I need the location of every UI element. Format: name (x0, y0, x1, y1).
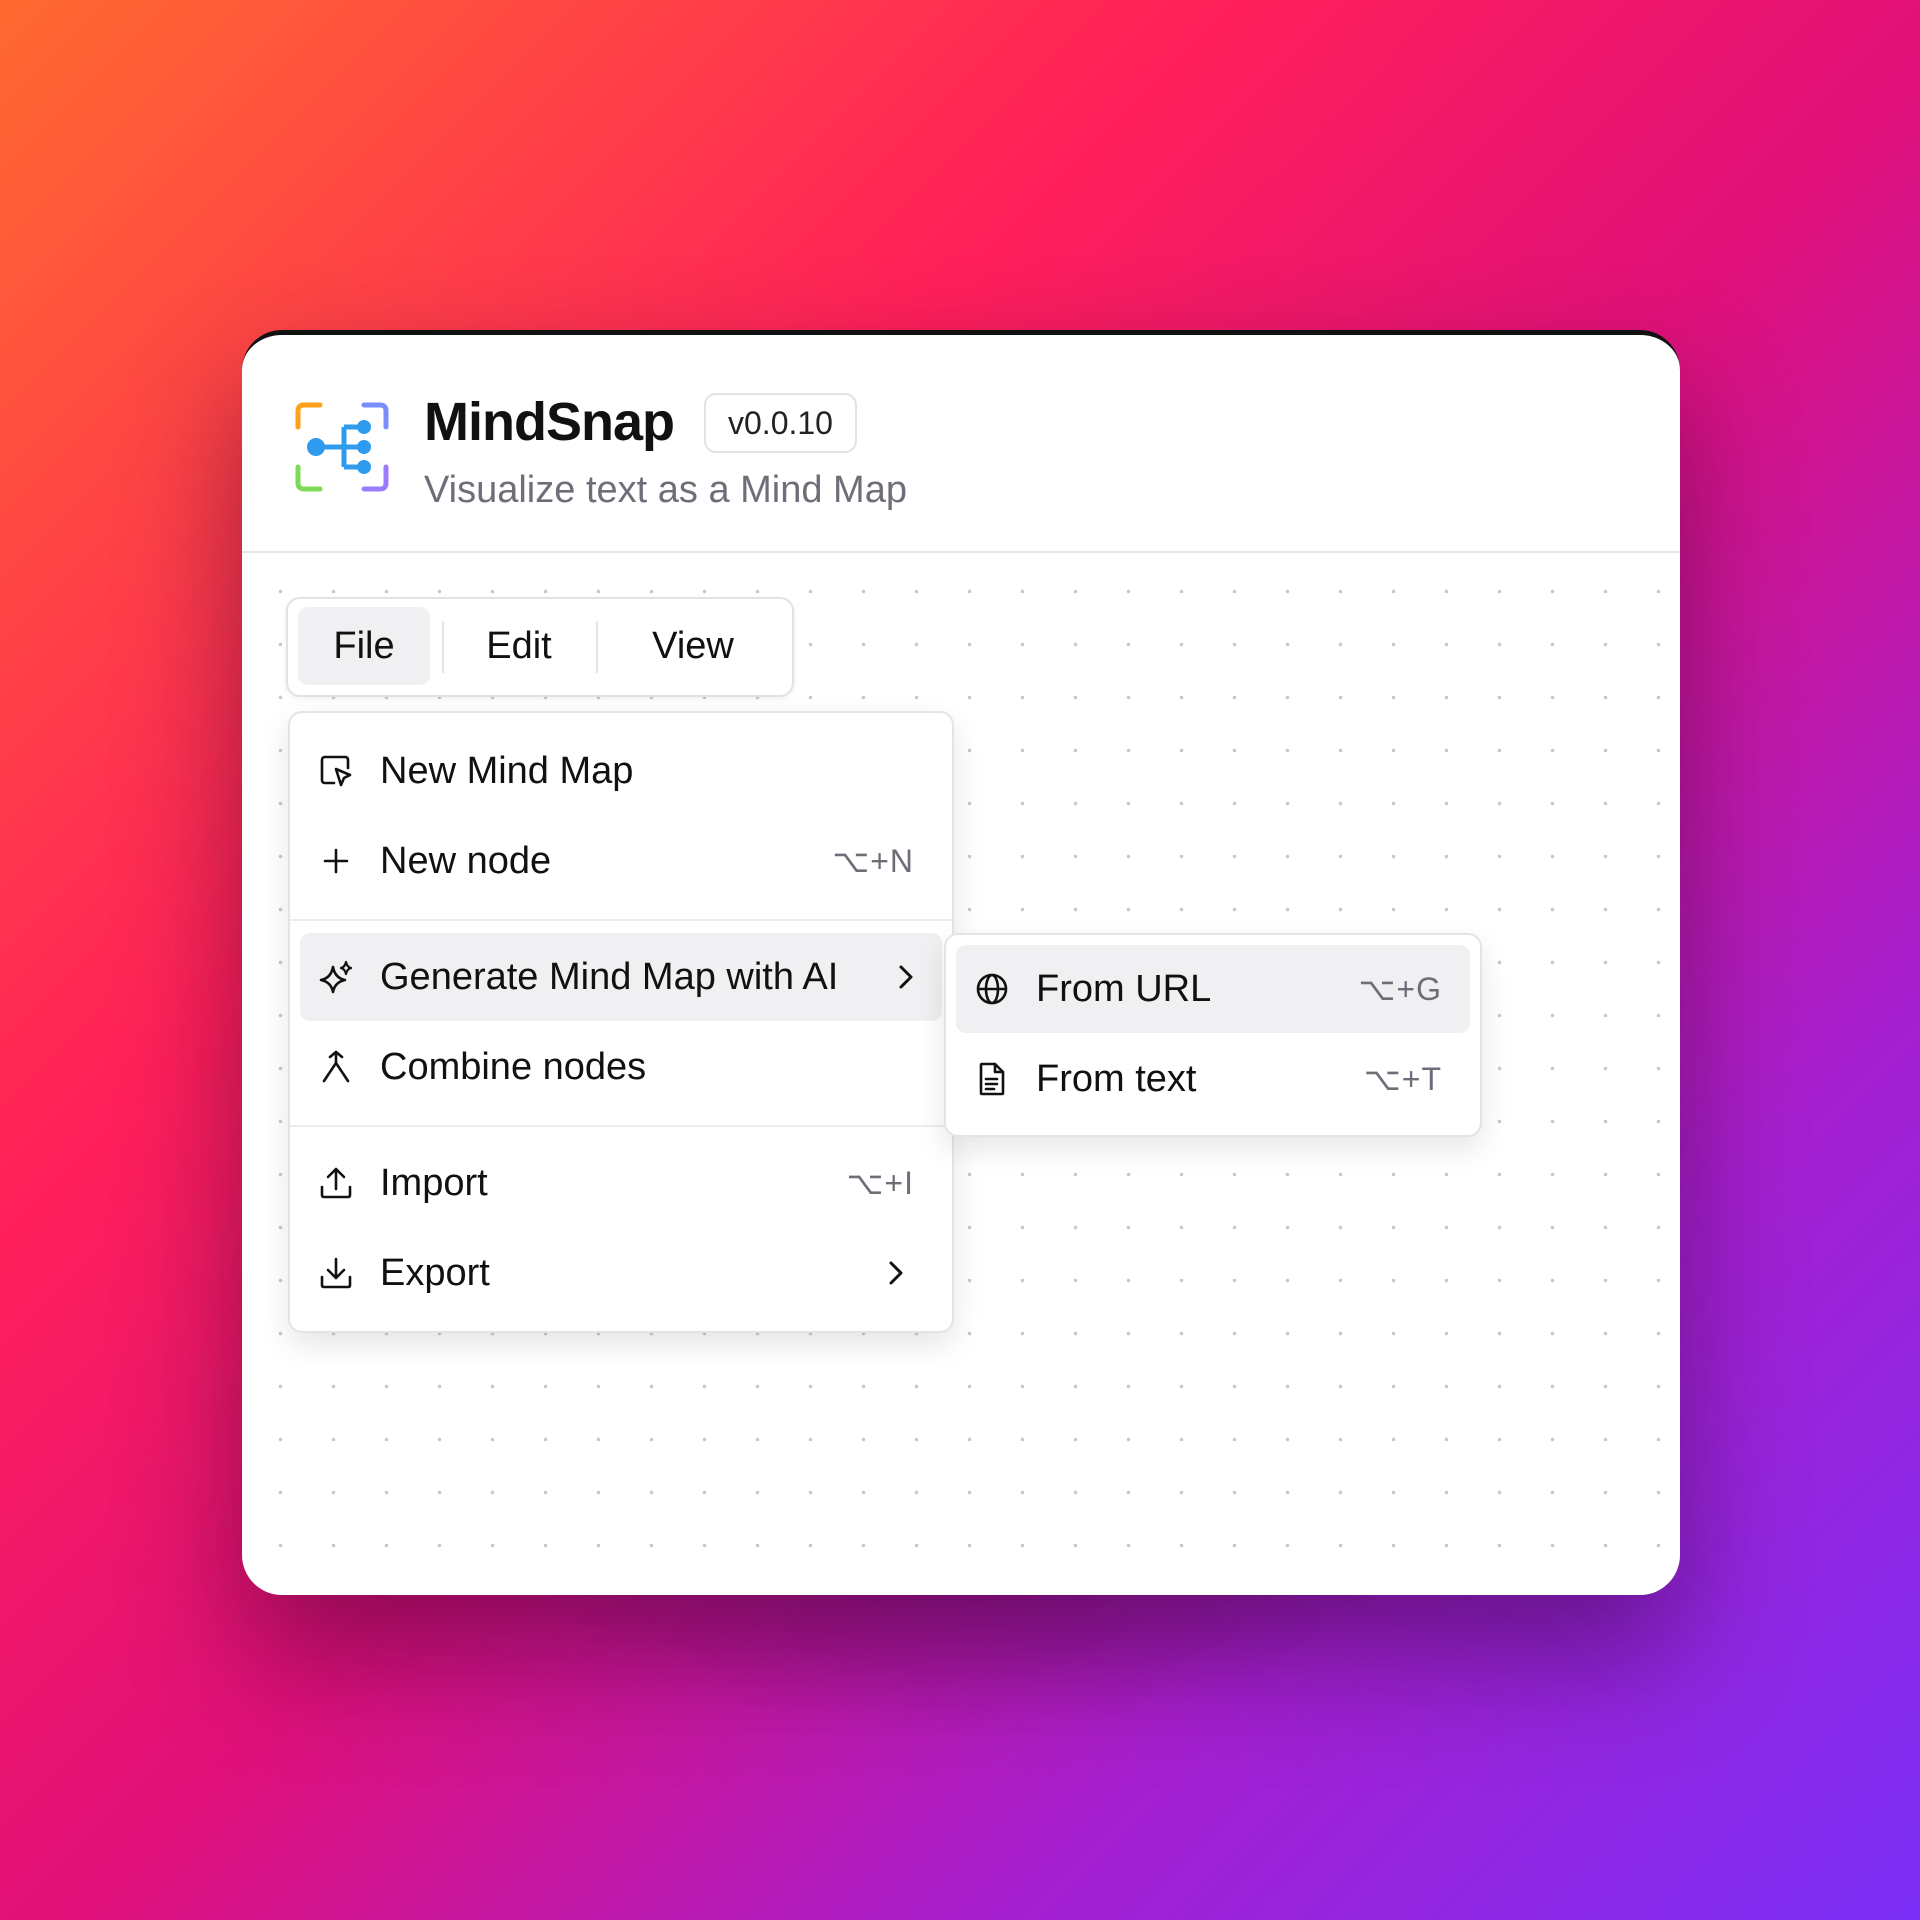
tab-edit[interactable]: Edit (452, 607, 586, 685)
app-window: MindSnap v0.0.10 Visualize text as a Min… (242, 330, 1680, 1595)
menu-item-export[interactable]: Export (300, 1229, 942, 1317)
menu-divider (290, 919, 952, 921)
sparkles-icon (318, 959, 354, 995)
tab-file[interactable]: File (298, 607, 430, 685)
menu-item-from-text[interactable]: From text ⌥+T (956, 1035, 1470, 1123)
menu-divider (290, 1125, 952, 1127)
generate-ai-submenu: From URL ⌥+G From text ⌥+T (944, 933, 1482, 1137)
globe-icon (974, 971, 1010, 1007)
document-icon (974, 1061, 1010, 1097)
menu-item-from-url[interactable]: From URL ⌥+G (956, 945, 1470, 1033)
shortcut-label: ⌥+T (1363, 1061, 1442, 1097)
menu-item-new-mind-map[interactable]: New Mind Map (300, 727, 942, 815)
menu-item-label: From URL (1036, 968, 1212, 1010)
shortcut-label: ⌥+G (1358, 971, 1442, 1007)
version-badge: v0.0.10 (704, 393, 857, 453)
menu-item-label: Generate Mind Map with AI (380, 956, 839, 998)
file-menu: New Mind Map New node ⌥+N Generate Mind … (288, 711, 954, 1333)
menu-item-label: Combine nodes (380, 1046, 647, 1088)
menu-item-combine-nodes[interactable]: Combine nodes (300, 1023, 942, 1111)
menubar-divider (442, 621, 444, 673)
download-icon (318, 1255, 354, 1291)
upload-icon (318, 1165, 354, 1201)
menu-item-new-node[interactable]: New node ⌥+N (300, 817, 942, 905)
shortcut-label: ⌥+I (846, 1165, 914, 1201)
shortcut-label: ⌥+N (832, 843, 914, 879)
menu-item-label: Import (380, 1162, 488, 1204)
new-mind-map-icon (318, 753, 354, 789)
menu-item-label: Export (380, 1252, 490, 1294)
menu-bar: File Edit View (286, 597, 794, 697)
chevron-right-icon (878, 1255, 914, 1291)
app-title: MindSnap (424, 392, 675, 452)
menubar-divider (596, 621, 598, 673)
chevron-right-icon (888, 959, 924, 995)
merge-icon (318, 1049, 354, 1085)
menu-item-label: From text (1036, 1058, 1197, 1100)
menu-item-import[interactable]: Import ⌥+I (300, 1139, 942, 1227)
menu-item-label: New node (380, 840, 552, 882)
plus-icon (318, 843, 354, 879)
menu-item-label: New Mind Map (380, 750, 634, 792)
menu-item-generate-ai[interactable]: Generate Mind Map with AI (300, 933, 942, 1021)
app-subtitle: Visualize text as a Mind Map (424, 469, 907, 511)
mindsnap-logo-icon (294, 401, 390, 493)
app-header: MindSnap v0.0.10 Visualize text as a Min… (242, 335, 1680, 553)
tab-view[interactable]: View (606, 607, 780, 685)
